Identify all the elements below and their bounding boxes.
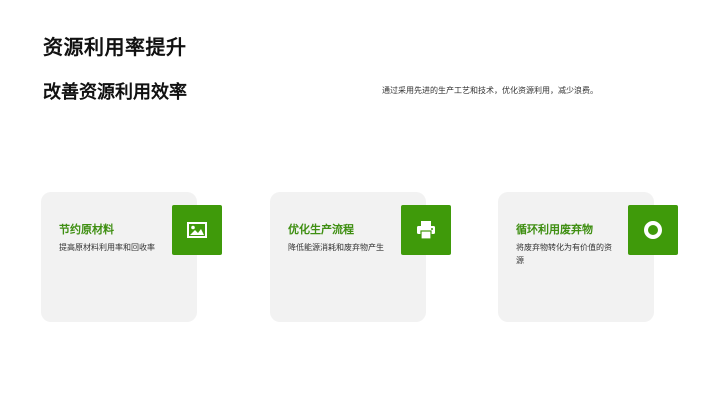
slide-title: 资源利用率提升	[43, 35, 187, 59]
section-heading: 改善资源利用效率	[43, 82, 187, 103]
card-title: 优化生产流程	[288, 223, 354, 236]
section-description: 通过采用先进的生产工艺和技术，优化资源利用，减少浪费。	[382, 86, 598, 95]
card-text: 将废弃物转化为有价值的资源	[516, 243, 612, 265]
printer-icon	[401, 205, 451, 255]
card-text: 提高原材料利用率和回收率	[59, 243, 155, 252]
recycle-ring-icon	[628, 205, 678, 255]
card-text: 降低能源消耗和废弃物产生	[288, 243, 384, 252]
card-title: 循环利用废弃物	[516, 223, 593, 236]
image-icon	[172, 205, 222, 255]
card-title: 节约原材料	[59, 223, 114, 236]
